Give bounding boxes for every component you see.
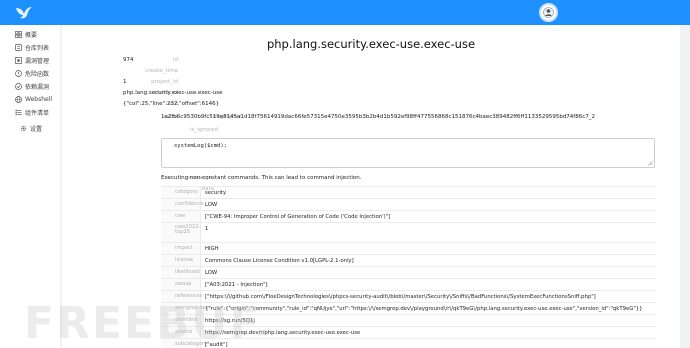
metadata-value: LOW (205, 202, 218, 208)
package-icon (15, 82, 22, 90)
repo-icon (15, 43, 22, 51)
bird-logo-icon[interactable] (15, 5, 33, 20)
metadata-value: ["CWE-94: Improper Control of Generation… (205, 214, 391, 220)
watermark: FREEBUF (24, 298, 262, 348)
sidebar-item-label: 依赖漏洞 (25, 83, 50, 91)
table-row: confidence LOW (161, 198, 657, 210)
field-label-id: id (172, 57, 178, 63)
table-row: cwe2022-top25 1 (161, 222, 657, 242)
sidebar-item-label: Webshell (25, 95, 53, 103)
field-value-check-id: php.lang.security.exec-use.exec-use (123, 90, 223, 96)
metadata-value: HIGH (205, 246, 219, 252)
page-title: php.lang.security.exec-use.exec-use (266, 37, 476, 51)
sidebar-item-overview[interactable]: 概要 (0, 28, 60, 40)
metadata-value: ["A03:2021 - Injection"] (205, 282, 268, 288)
gear-icon (20, 125, 27, 131)
lines-code: systemLog($cmd); (174, 143, 227, 149)
metadata-value: LOW (205, 270, 218, 276)
metadata-key: likelihood (175, 269, 200, 275)
sidebar-item-repos[interactable]: 仓库列表 (0, 41, 60, 53)
sidebar-item-label: 危险函数 (25, 70, 50, 78)
field-value-project-id: 1 (123, 79, 127, 85)
top-navbar (0, 0, 690, 25)
sidebar-item-settings[interactable]: 设置 (0, 122, 60, 134)
dashboard-icon (15, 30, 22, 38)
table-row: likelihood LOW (161, 266, 657, 278)
list-icon (15, 109, 22, 115)
shell-icon (15, 95, 22, 103)
field-label-project-id: project_id (151, 79, 178, 85)
field-value-end: {"col":25,"line":232,"offset":6146} (123, 101, 220, 107)
table-row: license Commons Clause License Condition… (161, 254, 657, 266)
sidebar-item-label: 设置 (30, 125, 43, 133)
metadata-value: Commons Clause License Condition v1.0[LG… (205, 258, 354, 264)
lines-textarea[interactable]: systemLog($cmd); (161, 138, 655, 168)
sidebar-item-vulns[interactable]: 漏洞管理 (0, 54, 60, 66)
sidebar-item-label: 漏洞管理 (25, 57, 50, 65)
metadata-key: owasp (175, 281, 192, 287)
metadata-key: cwe (175, 213, 186, 219)
table-row: category security (161, 186, 657, 198)
metadata-key: category (175, 189, 198, 195)
field-value-id: 974 (123, 57, 134, 63)
resize-grip-icon[interactable] (647, 160, 653, 166)
warning-icon (15, 69, 22, 77)
field-label-create-time: create_time (145, 68, 178, 74)
sidebar-item-label: 组件清单 (25, 109, 50, 117)
table-row: cwe ["CWE-94: Improper Control of Genera… (161, 210, 657, 222)
sidebar-item-webshell[interactable]: Webshell (0, 93, 60, 105)
metadata-key: confidence (175, 201, 204, 207)
table-row: impact HIGH (161, 242, 657, 254)
field-value-message: Executing non-constant commands. This ca… (161, 175, 362, 181)
metadata-key: cwe2022-top25 (175, 224, 201, 235)
bug-icon (15, 56, 22, 64)
metadata-value: security (205, 190, 227, 196)
metadata-value: 1 (205, 226, 209, 232)
sidebar-item-label: 概要 (25, 31, 38, 39)
user-avatar-icon[interactable] (539, 3, 558, 22)
table-row: owasp ["A03:2021 - Injection"] (161, 278, 657, 290)
sidebar-item-dependency-vulns[interactable]: 依赖漏洞 (0, 80, 60, 92)
metadata-key: impact (175, 245, 193, 251)
sidebar-item-label: 仓库列表 (25, 44, 50, 52)
sidebar-item-dangerous-functions[interactable]: 危险函数 (0, 67, 60, 79)
field-label-is-ignored: is_ignored (189, 127, 218, 133)
metadata-key: license (175, 257, 194, 263)
field-value-fingerprint: 1a2fb6c9530b9fc519e8145a1d18f75614919dac… (161, 114, 596, 120)
metadata-value: {"rule":{"origin":"community","rule_id":… (205, 306, 643, 312)
sidebar-item-components[interactable]: 组件清单 (0, 106, 60, 118)
metadata-value: ["https:\/\/github.com\/FloeDesignTechno… (205, 294, 596, 300)
